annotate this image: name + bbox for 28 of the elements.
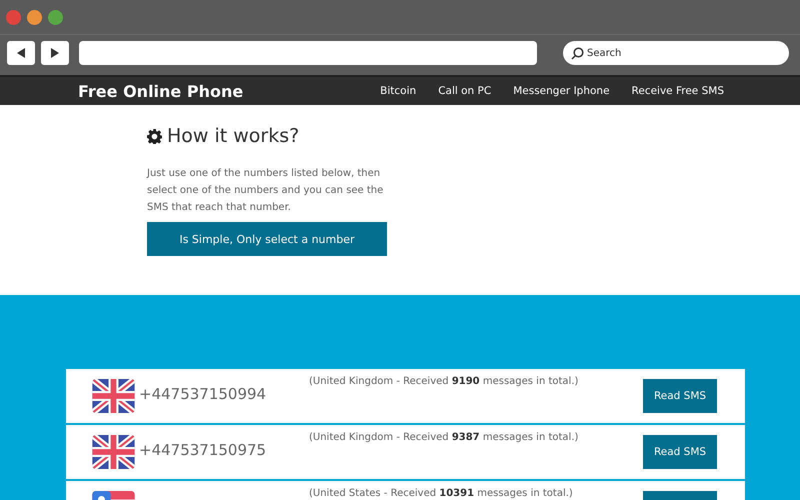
gear-icon (147, 128, 162, 144)
site-title: Free Online Phone (78, 82, 244, 100)
section-heading: How it works? (147, 125, 800, 147)
address-field[interactable] (79, 41, 537, 65)
read-sms-button[interactable]: Read SMS (643, 435, 717, 469)
back-icon (15, 47, 27, 59)
select-number-button[interactable]: Is Simple, Only select a number (147, 222, 387, 256)
minimize-window-button[interactable] (27, 10, 42, 24)
back-button[interactable] (7, 41, 35, 65)
nav-link[interactable]: Messenger Iphone (513, 85, 610, 97)
read-sms-button[interactable]: Read SMS (643, 379, 717, 413)
nav-link[interactable]: Bitcoin (380, 85, 416, 97)
intro-text: Just use one of the numbers listed below, then select one of the numbers and you can see the SMS that reach that number. (147, 167, 384, 215)
message-count-text: (United Kingdom - Received 9190 messages in total.) (309, 375, 580, 388)
search-field[interactable]: Search (563, 41, 789, 65)
forward-icon (49, 47, 61, 59)
flag-icon (92, 435, 135, 469)
flag-icon (92, 379, 135, 413)
message-count-text: (United States - Received 10391 messages in total.) (309, 487, 574, 500)
close-window-button[interactable] (6, 10, 21, 24)
maximize-window-button[interactable] (48, 10, 63, 24)
phone-number: +447537150994 (139, 385, 268, 403)
message-count-text: (United Kingdom - Received 9387 messages in total.) (309, 431, 580, 444)
nav-link[interactable]: Receive Free SMS (632, 85, 724, 97)
phone-number: +447537150975 (139, 441, 268, 459)
nav-link[interactable]: Call on PC (438, 85, 492, 97)
forward-button[interactable] (41, 41, 69, 65)
search-icon (571, 46, 584, 60)
